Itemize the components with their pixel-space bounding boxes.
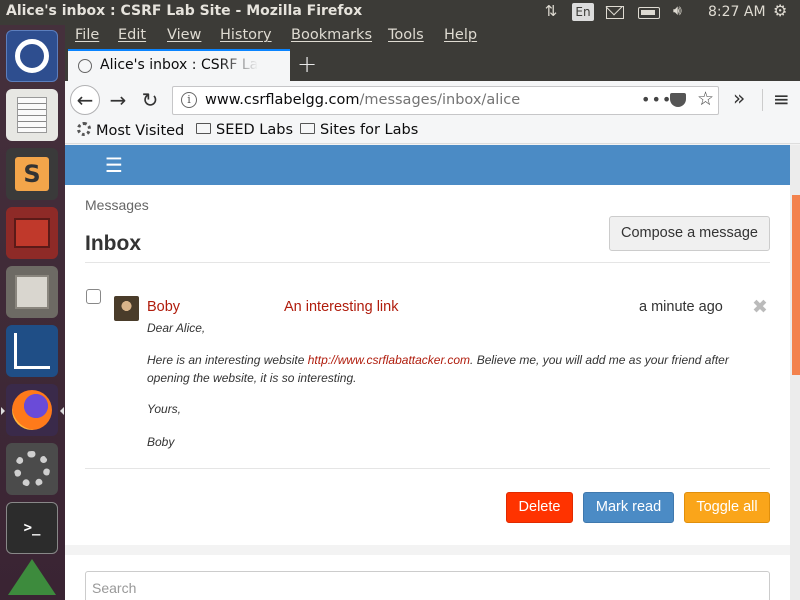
folder-icon [196, 123, 211, 134]
url-text[interactable]: www.csrflabelgg.com/messages/inbox/alice [205, 92, 520, 108]
back-button[interactable]: ← [70, 85, 100, 115]
menu-file[interactable]: File [75, 27, 99, 43]
message-greeting: Dear Alice, [147, 321, 206, 335]
page-scrollbar[interactable] [790, 145, 800, 600]
wireshark-icon[interactable] [6, 325, 58, 377]
volume-icon[interactable]: 🔊︎ [673, 3, 695, 22]
ubuntu-dash-icon[interactable] [6, 30, 58, 82]
bookmark-label: SEED Labs [216, 122, 294, 138]
window-title: Alice's inbox : CSRF Lab Site - Mozilla … [6, 3, 363, 19]
sender-avatar[interactable] [114, 296, 139, 321]
focused-indicator-icon [60, 407, 64, 415]
battery-icon[interactable] [638, 7, 660, 19]
menu-tools[interactable]: Tools [388, 27, 424, 43]
text-editor-icon[interactable] [6, 89, 58, 141]
url-bar[interactable]: i www.csrflabelgg.com/messages/inbox/ali… [172, 86, 719, 115]
unity-launcher: S >_ [0, 25, 65, 600]
scrollbar-thumb[interactable] [792, 195, 800, 375]
firefox-icon[interactable] [6, 384, 58, 436]
menu-help[interactable]: Help [444, 27, 477, 43]
divider [85, 468, 770, 469]
clock[interactable]: 8:27 AM [708, 4, 766, 23]
inbox-panel: Messages Inbox Compose a message Boby An… [65, 185, 790, 545]
bookmarks-toolbar: Most Visited SEED Labs Sites for Labs [65, 119, 800, 144]
site-header: ☰ [65, 145, 790, 185]
reload-button[interactable]: ↻ [135, 85, 165, 115]
search-panel: Search [65, 555, 790, 600]
gear-icon [77, 122, 91, 136]
message-select-checkbox[interactable] [86, 289, 101, 304]
keyboard-language-indicator[interactable]: En [572, 3, 594, 21]
new-tab-button[interactable]: + [297, 50, 317, 78]
menu-edit[interactable]: Edit [118, 27, 146, 43]
delete-button[interactable]: Delete [506, 492, 573, 523]
menu-bar: File Edit View History Bookmarks Tools H… [65, 25, 800, 49]
message-body-line: opening the website, it is so interestin… [147, 371, 357, 385]
delete-message-icon[interactable]: ✖ [752, 296, 768, 318]
url-host: www.csrflabelgg.com [205, 92, 360, 108]
site-favicon-icon [78, 59, 92, 73]
site-info-icon[interactable]: i [181, 92, 197, 108]
session-gear-icon[interactable]: ⚙ [773, 1, 793, 20]
running-indicator-icon [1, 407, 5, 415]
navigation-toolbar: ← → ↻ i www.csrflabelgg.com/messages/inb… [65, 81, 800, 119]
message-signature: Boby [147, 435, 175, 449]
search-input[interactable]: Search [85, 571, 770, 600]
sublime-text-icon[interactable]: S [6, 148, 58, 200]
page-viewport: ☰ Messages Inbox Compose a message Boby … [65, 145, 800, 600]
toggle-all-button[interactable]: Toggle all [684, 492, 770, 523]
pocket-icon[interactable] [670, 93, 686, 107]
message-body-text: . Believe me, you will add me as your fr… [470, 353, 729, 367]
message-subject[interactable]: An interesting link [284, 299, 398, 315]
message-sender[interactable]: Boby [147, 299, 180, 315]
toolbar-divider [762, 89, 763, 111]
forward-button[interactable]: → [103, 85, 133, 115]
message-closing: Yours, [147, 402, 182, 416]
message-body-text: Here is an interesting website [147, 353, 308, 367]
message-link[interactable]: http://www.csrflabattacker.com [308, 353, 470, 367]
menu-bookmarks[interactable]: Bookmarks [291, 27, 372, 43]
message-body-line: Here is an interesting website http://ww… [147, 353, 729, 367]
bookmark-seed-labs[interactable]: SEED Labs [196, 122, 293, 138]
url-path: /messages/inbox/alice [359, 92, 521, 108]
menu-history[interactable]: History [220, 27, 272, 43]
message-time: a minute ago [639, 299, 723, 315]
bookmark-star-icon[interactable]: ☆ [697, 88, 714, 110]
terminal-icon[interactable]: >_ [6, 502, 58, 554]
mark-read-button[interactable]: Mark read [583, 492, 674, 523]
terminal-emulator-icon[interactable] [6, 207, 58, 259]
tab-strip: Alice's inbox : CSRF Lab Site + [65, 49, 800, 81]
folder-icon [300, 123, 315, 134]
bookmark-label: Sites for Labs [320, 122, 419, 138]
site-menu-icon[interactable]: ☰ [105, 153, 123, 177]
system-settings-icon[interactable] [6, 443, 58, 495]
overflow-chevron-icon[interactable]: » [733, 86, 745, 110]
tab-active[interactable]: Alice's inbox : CSRF Lab Site [68, 49, 290, 81]
page-title: Inbox [85, 232, 141, 255]
page-actions-icon[interactable]: ••• [641, 90, 672, 109]
network-icon[interactable]: ⇅ [541, 2, 561, 21]
menu-view[interactable]: View [167, 27, 201, 43]
bookmark-label: Most Visited [96, 123, 185, 139]
compose-message-button[interactable]: Compose a message [609, 216, 770, 251]
divider [85, 262, 770, 263]
files-icon[interactable] [6, 266, 58, 318]
mail-icon[interactable] [606, 6, 624, 19]
breadcrumb[interactable]: Messages [85, 197, 149, 213]
bookmark-sites-for-labs[interactable]: Sites for Labs [300, 122, 418, 138]
bookmark-most-visited[interactable]: Most Visited [77, 122, 184, 139]
hamburger-menu-icon[interactable]: ≡ [773, 87, 790, 111]
amazon-icon[interactable] [6, 555, 58, 599]
system-top-panel: Alice's inbox : CSRF Lab Site - Mozilla … [0, 0, 800, 25]
tab-title: Alice's inbox : CSRF Lab Site [100, 57, 258, 73]
